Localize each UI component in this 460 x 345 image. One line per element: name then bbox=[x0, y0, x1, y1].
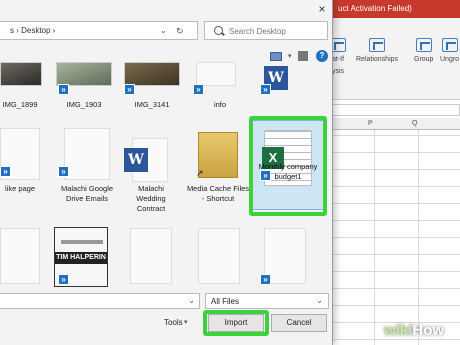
ribbon-group-label: Group bbox=[414, 56, 434, 63]
view-dropdown-icon[interactable]: ▾ bbox=[288, 52, 292, 60]
tools-dropdown-icon[interactable]: ▾ bbox=[184, 318, 188, 326]
file-label[interactable]: IMG_1899 bbox=[0, 100, 40, 110]
file-label[interactable]: info bbox=[196, 100, 244, 110]
file-thumbnail[interactable] bbox=[64, 128, 110, 180]
spreadsheet-grid[interactable] bbox=[330, 118, 460, 345]
shortcut-badge-icon: » bbox=[58, 274, 69, 285]
column-headers: P Q bbox=[330, 118, 460, 130]
preview-pane-icon[interactable] bbox=[298, 51, 308, 61]
relationships-icon bbox=[369, 38, 386, 52]
ribbon-what-if-label: at-If bbox=[331, 56, 345, 63]
shortcut-badge-icon: » bbox=[124, 84, 135, 95]
column-header-q[interactable]: Q bbox=[412, 120, 417, 127]
address-bar[interactable]: s › Desktop › ⌄ ↻ bbox=[0, 21, 198, 40]
import-dialog: × s › Desktop › ⌄ ↻ Search Desktop ▾ ? W… bbox=[0, 0, 333, 345]
highlight-import-button bbox=[203, 310, 269, 336]
file-thumbnail[interactable] bbox=[0, 228, 40, 284]
highlight-selected-file bbox=[249, 116, 327, 216]
search-icon bbox=[214, 26, 223, 35]
search-placeholder: Search Desktop bbox=[229, 27, 286, 36]
file-thumbnail[interactable] bbox=[196, 62, 236, 86]
chevron-down-icon: ⌄ bbox=[316, 296, 323, 305]
thumbnail-name: TIM HALPERIN bbox=[55, 252, 107, 264]
search-input[interactable]: Search Desktop bbox=[204, 21, 328, 40]
refresh-icon[interactable]: ↻ bbox=[176, 26, 184, 37]
shortcut-badge-icon: » bbox=[58, 166, 69, 177]
word-icon: W bbox=[124, 148, 148, 172]
chevron-down-icon[interactable]: ⌄ bbox=[188, 296, 195, 305]
breadcrumb[interactable]: s › Desktop › bbox=[10, 26, 55, 35]
ungroup-icon bbox=[441, 38, 458, 52]
ribbon-analysis-label: ysis bbox=[332, 68, 345, 75]
close-button[interactable]: × bbox=[314, 1, 330, 17]
file-thumbnail[interactable] bbox=[56, 62, 112, 86]
ribbon-ungroup-label: Ungro bbox=[440, 56, 460, 63]
cancel-button[interactable]: Cancel bbox=[271, 314, 327, 332]
shortcut-badge-icon: » bbox=[193, 84, 204, 95]
help-icon[interactable]: ? bbox=[316, 50, 328, 62]
file-thumbnail[interactable] bbox=[198, 228, 240, 284]
view-options-icon[interactable] bbox=[270, 52, 282, 61]
watermark-how: How bbox=[412, 322, 445, 339]
file-type-value: All Files bbox=[211, 297, 240, 306]
group-icon bbox=[415, 38, 432, 52]
chevron-down-icon[interactable]: ⌄ bbox=[160, 26, 167, 35]
shortcut-badge-icon: » bbox=[260, 274, 271, 285]
ribbon-relationships-label: Relationships bbox=[356, 56, 399, 63]
file-label[interactable]: IMG_3141 bbox=[124, 100, 180, 110]
file-label[interactable]: like page bbox=[0, 184, 40, 194]
ribbon-relationships[interactable]: Relationships bbox=[356, 38, 398, 63]
ribbon-group[interactable]: Group bbox=[414, 38, 433, 63]
thumbnail-heading bbox=[61, 240, 103, 244]
wikihow-watermark: wikiHow bbox=[384, 322, 444, 339]
file-thumbnail[interactable] bbox=[0, 62, 42, 86]
ribbon-ungroup[interactable]: Ungro bbox=[440, 38, 459, 63]
excel-title-text: uct Activation Failed) bbox=[338, 4, 412, 13]
file-label[interactable]: Media Cache Files - Shortcut bbox=[186, 184, 250, 204]
file-name-field[interactable]: ⌄ bbox=[0, 293, 200, 309]
shortcut-badge-icon: » bbox=[0, 166, 11, 177]
file-thumbnail[interactable] bbox=[124, 62, 180, 86]
tools-menu[interactable]: Tools bbox=[164, 318, 183, 327]
file-type-select[interactable]: All Files ⌄ bbox=[205, 293, 329, 309]
file-thumbnail[interactable] bbox=[130, 228, 172, 284]
shortcut-badge-icon: » bbox=[58, 84, 69, 95]
file-label[interactable]: IMG_1903 bbox=[56, 100, 112, 110]
formula-bar[interactable] bbox=[330, 104, 460, 116]
file-label[interactable]: Malachi Google Drive Emails bbox=[56, 184, 118, 204]
watermark-wiki: wiki bbox=[384, 322, 413, 339]
shortcut-badge-icon: » bbox=[260, 84, 271, 95]
shortcut-arrow-icon: ↗ bbox=[196, 168, 204, 178]
file-label[interactable]: Malachi Wedding Contract bbox=[126, 184, 176, 214]
column-header-p[interactable]: P bbox=[368, 120, 373, 127]
folder-icon[interactable] bbox=[198, 132, 238, 178]
excel-ribbon: at-If Relationships Group Ungro ysis bbox=[330, 18, 460, 100]
